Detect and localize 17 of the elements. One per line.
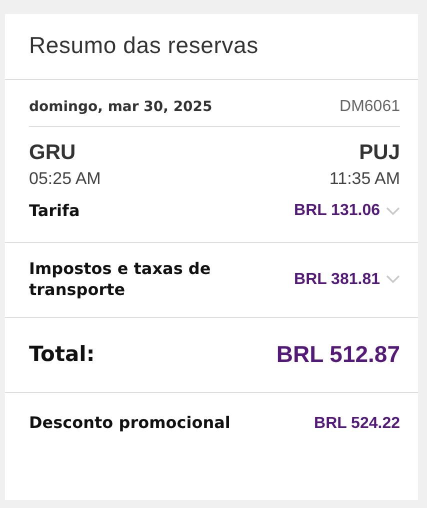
discount-amount: BRL 524.22 <box>314 414 400 433</box>
total-label: Total: <box>29 341 95 368</box>
discount-label: Desconto promocional <box>29 413 230 434</box>
chevron-icon[interactable] <box>386 275 400 284</box>
fare-label: Tarifa <box>29 201 80 222</box>
arrival-time: 11:35 AM <box>329 169 400 189</box>
departure-time: 05:25 AM <box>29 169 101 189</box>
origin-code: GRU <box>29 141 77 165</box>
destination-code: PUJ <box>359 141 400 165</box>
fare-amount: BRL 131.06 <box>294 202 380 220</box>
flight-number: DM6061 <box>340 98 400 116</box>
flight-date: domingo, mar 30, 2025 <box>29 99 212 115</box>
fare-amount: BRL 381.81 <box>294 270 380 289</box>
fare-label: Impostos e taxas de transporte <box>29 259 212 301</box>
summary-title: Resumo das reservas <box>5 14 418 80</box>
total-amount: BRL 512.87 <box>276 341 400 368</box>
chevron-icon[interactable] <box>386 206 400 216</box>
